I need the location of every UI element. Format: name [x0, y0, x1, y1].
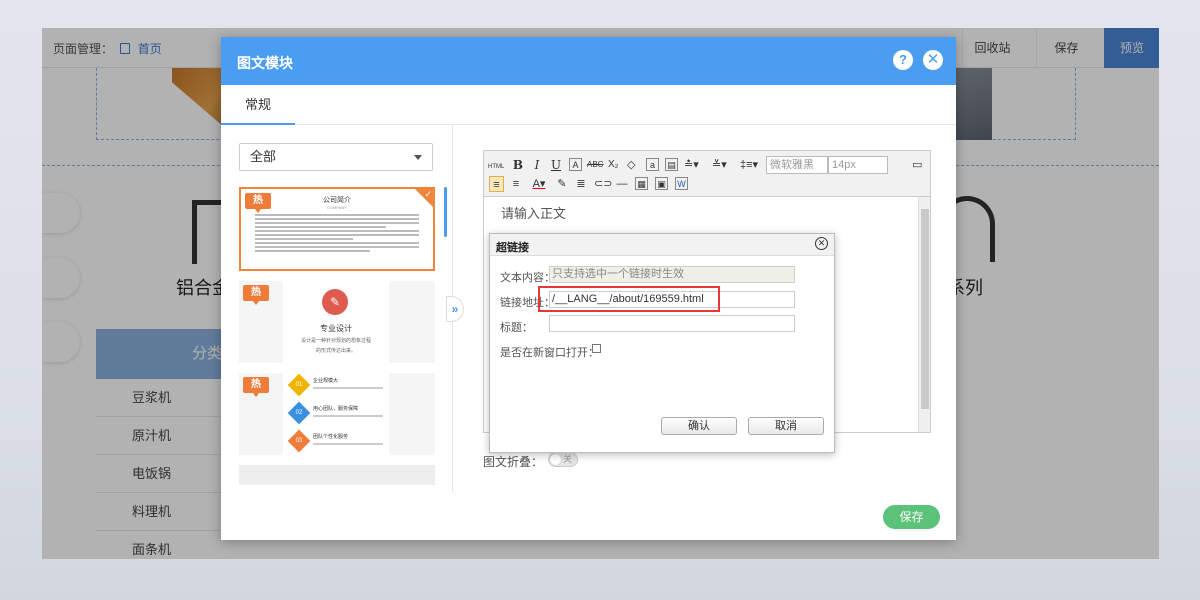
- feature-title: 企业规模大: [313, 378, 339, 384]
- template-preview: ✎ 专业设计 设计是一种针对规划的想象过程 的形式传达出来。: [283, 281, 389, 363]
- close-icon[interactable]: ✕: [815, 237, 828, 250]
- template-desc: 设计是一种针对规划的想象过程: [300, 338, 371, 344]
- template-pro-design[interactable]: 热 ✎ 专业设计 设计是一种针对规划的想象过程 的形式传达出来。: [239, 281, 435, 363]
- highlight-pen-icon[interactable]: ✎: [555, 176, 569, 192]
- table-icon[interactable]: ▦: [635, 177, 648, 190]
- template-title: 专业设计: [320, 324, 352, 333]
- font-border-button[interactable]: A: [569, 158, 582, 171]
- cancel-button[interactable]: 取消: [748, 417, 824, 435]
- feature-title: 团队个性化服务: [313, 434, 349, 440]
- template-company-intro[interactable]: 热 ✓ 公司简介 COMPANY: [239, 187, 435, 271]
- feature-title: 用心团队，服务保障: [313, 406, 359, 412]
- anchor-button[interactable]: a: [646, 158, 659, 171]
- confirm-button[interactable]: 确认: [661, 417, 737, 435]
- link-title-label: 标题：: [500, 322, 533, 334]
- link-title-input[interactable]: [549, 315, 795, 332]
- horizontal-rule-button[interactable]: —: [615, 176, 629, 192]
- image-icon[interactable]: ▣: [655, 177, 668, 190]
- strikethrough-button[interactable]: ABC: [587, 157, 603, 173]
- line-height-button[interactable]: ‡≡▾: [740, 157, 758, 173]
- template-scrollbar[interactable]: [444, 187, 447, 237]
- template-features[interactable]: 热 01 企业规模大 02 用心团队，服务保障 03 团队个性化服务: [239, 373, 435, 455]
- hot-badge: 热: [243, 377, 269, 397]
- dialog-header: 图文模块 ? ✕: [221, 37, 956, 85]
- eraser-icon[interactable]: ◇: [627, 157, 635, 173]
- url-highlight-box: [538, 286, 720, 312]
- template-filter-value: 全部: [250, 149, 277, 164]
- panel-toggle-icon[interactable]: »: [446, 296, 464, 322]
- dialog-tabs: 常规: [221, 85, 956, 125]
- new-window-label: 是否在新窗口打开：: [500, 347, 599, 359]
- chevron-down-icon: [414, 155, 422, 160]
- font-size-select[interactable]: 14px: [828, 156, 888, 174]
- feature-number: 02: [295, 410, 303, 416]
- template-desc: 的形式传达出来。: [315, 348, 356, 354]
- preview-monitor-icon[interactable]: ▭: [912, 157, 922, 173]
- hyperlink-dialog-title: 超链接: [496, 242, 529, 254]
- text-content-input: 只支持选中一个链接时生效: [549, 266, 795, 283]
- template-partial[interactable]: [239, 465, 435, 485]
- font-family-select[interactable]: 微软雅黑: [766, 156, 828, 174]
- editor-toolbar: HTML B I U A ABC X₂ ◇ a ▤ ≛▾ ≚▾ ‡≡▾ 微软雅黑…: [484, 151, 930, 197]
- paste-text-button[interactable]: ▤: [665, 158, 678, 171]
- fold-toggle-switch[interactable]: 关: [548, 452, 578, 467]
- font-color-button[interactable]: A▾: [529, 176, 549, 192]
- fold-label: 图文折叠：: [483, 455, 544, 469]
- template-preview: 01 企业规模大 02 用心团队，服务保障 03 团队个性化服务: [283, 373, 389, 455]
- underline-button[interactable]: U: [550, 157, 562, 173]
- italic-button[interactable]: I: [532, 157, 542, 173]
- text-content-label: 文本内容：: [500, 272, 555, 284]
- feature-desc-line: [313, 387, 383, 389]
- feature-desc-line: [313, 443, 383, 445]
- hot-badge: 热: [243, 285, 269, 305]
- align-center-button[interactable]: ≡: [509, 176, 523, 192]
- feature-number: 01: [295, 382, 303, 388]
- bold-button[interactable]: B: [512, 157, 524, 173]
- tab-general[interactable]: 常规: [221, 85, 295, 125]
- dialog-save-button[interactable]: 保存: [883, 505, 940, 529]
- row-spacing-top-button[interactable]: ≛▾: [684, 157, 699, 173]
- close-icon[interactable]: ✕: [923, 50, 943, 70]
- subscript-button[interactable]: X₂: [608, 157, 619, 173]
- template-filter-select[interactable]: 全部: [239, 143, 433, 171]
- help-icon[interactable]: ?: [893, 50, 913, 70]
- row-spacing-bottom-button[interactable]: ≚▾: [712, 157, 727, 173]
- hyperlink-dialog: 超链接 ✕ 文本内容： 只支持选中一个链接时生效 链接地址： /__LANG__…: [489, 233, 835, 453]
- word-import-icon[interactable]: W: [675, 177, 688, 190]
- template-panel: 全部 热 ✓ 公司简介 COMPANY 热 ✎ 专业设计 设计是一种针对规划的想…: [221, 125, 453, 492]
- template-text-lines: [255, 214, 419, 252]
- editor-scrollbar[interactable]: [918, 197, 930, 432]
- scroll-thumb[interactable]: [921, 209, 929, 409]
- feature-number: 03: [295, 438, 303, 444]
- new-window-checkbox[interactable]: [592, 344, 601, 353]
- edit-icon: ✎: [322, 289, 348, 315]
- hyperlink-dialog-header: 超链接 ✕: [490, 234, 834, 256]
- editor-placeholder: 请输入正文: [501, 206, 567, 221]
- check-icon: ✓: [424, 189, 432, 199]
- hot-badge: 热: [245, 193, 271, 213]
- html-source-button[interactable]: HTML: [488, 159, 504, 175]
- feature-desc-line: [313, 415, 383, 417]
- indent-button[interactable]: ≣: [574, 176, 588, 192]
- dialog-title: 图文模块: [237, 55, 293, 71]
- link-icon[interactable]: ⊂⊃: [594, 176, 612, 192]
- align-left-button[interactable]: ≡: [489, 176, 504, 192]
